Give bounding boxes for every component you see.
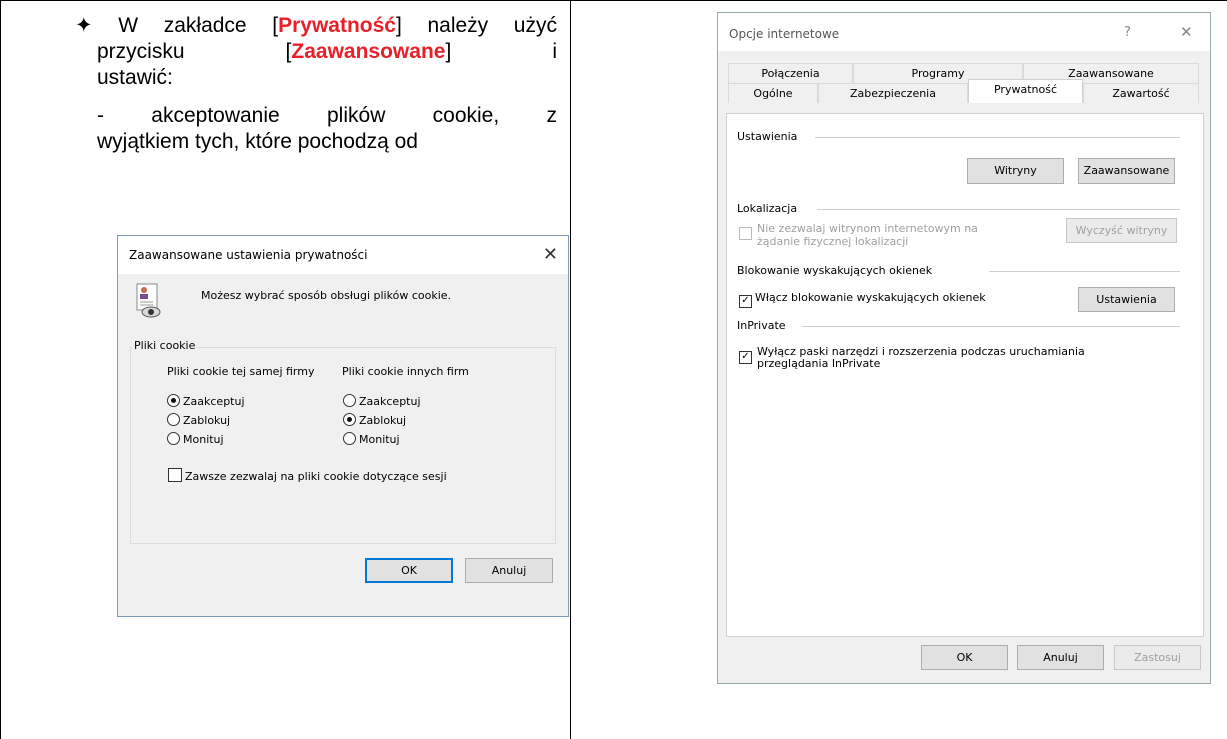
cookie-group-label: Pliki cookie xyxy=(132,339,198,352)
divider xyxy=(989,271,1180,272)
instruction-text-part: W zakładce [ xyxy=(118,14,279,37)
radio-label: Zaakceptuj xyxy=(183,395,245,408)
divider xyxy=(817,209,1180,210)
checkbox-checked-icon: ✓ xyxy=(739,295,752,308)
cookie-document-icon xyxy=(135,283,165,319)
close-icon[interactable]: ✕ xyxy=(543,244,558,265)
instruction-line-5: wyjątkiem tych, które pochodzą od xyxy=(97,130,418,153)
radio-icon xyxy=(343,432,356,445)
checkbox-icon xyxy=(168,468,182,482)
popup-section-header: Blokowanie wyskakujących okienek xyxy=(737,264,933,277)
third-party-prompt-radio[interactable]: Monituj xyxy=(343,430,421,449)
tab-security[interactable]: Zabezpieczenia xyxy=(818,83,968,103)
table-border-left xyxy=(0,0,1,739)
third-party-radio-group: Zaakceptuj Zablokuj Monituj xyxy=(343,392,421,449)
instruction-text-part: ] należy użyć xyxy=(395,14,557,37)
first-party-prompt-radio[interactable]: Monituj xyxy=(167,430,245,449)
checkbox-checked-icon: ✓ xyxy=(739,351,752,364)
dialog-description: Możesz wybrać sposób obsługi plików cook… xyxy=(201,289,452,302)
radio-label: Monituj xyxy=(359,433,400,446)
apply-button[interactable]: Zastosuj xyxy=(1114,645,1201,670)
dialog-title: Zaawansowane ustawienia prywatności xyxy=(129,248,368,262)
first-party-radio-group: Zaakceptuj Zablokuj Monituj xyxy=(167,392,245,449)
table-border-middle xyxy=(570,0,571,739)
tab-content[interactable]: Zawartość xyxy=(1083,83,1199,103)
third-party-header: Pliki cookie innych firm xyxy=(342,365,469,378)
radio-label: Zaakceptuj xyxy=(359,395,421,408)
instruction-line-3: ustawić: xyxy=(97,66,173,89)
cancel-button[interactable]: Anuluj xyxy=(465,558,553,583)
session-cookies-checkbox[interactable]: Zawsze zezwalaj na pliki cookie dotycząc… xyxy=(168,468,447,483)
help-icon[interactable]: ? xyxy=(1124,25,1131,40)
bullet-icon: ✦ xyxy=(75,14,93,37)
radio-selected-icon xyxy=(167,394,180,407)
tab-privacy[interactable]: Prywatność xyxy=(968,79,1083,103)
instruction-line-1: ✦ W zakładce [Prywatność] należy użyć xyxy=(75,13,557,39)
ok-button[interactable]: OK xyxy=(365,558,453,583)
radio-label: Zablokuj xyxy=(183,414,231,427)
cancel-button[interactable]: Anuluj xyxy=(1017,645,1104,670)
first-party-block-radio[interactable]: Zablokuj xyxy=(167,411,245,430)
divider xyxy=(815,137,1180,138)
instruction-text-part: przycisku xyxy=(97,40,185,63)
instruction-text-part: ] xyxy=(445,40,452,63)
checkbox-label: Nie zezwalaj witrynom internetowym na xyxy=(757,222,978,235)
first-party-accept-radio[interactable]: Zaakceptuj xyxy=(167,392,245,411)
instruction-text-part: i xyxy=(552,40,557,63)
checkbox-label: żądanie fizycznej lokalizacji xyxy=(757,235,909,248)
radio-selected-icon xyxy=(343,413,356,426)
tab-connections[interactable]: Połączenia xyxy=(728,63,853,83)
privacy-panel: Ustawienia Witryny Zaawansowane Lokaliza… xyxy=(726,113,1204,637)
checkbox-icon xyxy=(739,227,752,240)
checkbox-label: Włącz blokowanie wyskakujących okienek xyxy=(755,291,986,304)
internet-options-dialog: Opcje internetowe ? ✕ Połączenia Program… xyxy=(717,12,1211,684)
radio-label: Monituj xyxy=(183,433,224,446)
advanced-button[interactable]: Zaawansowane xyxy=(1078,158,1175,184)
advanced-privacy-dialog: Zaawansowane ustawienia prywatności ✕ Mo… xyxy=(117,235,569,617)
clear-sites-button[interactable]: Wyczyść witryny xyxy=(1066,218,1177,243)
inprivate-checkbox[interactable]: ✓ Wyłącz paski narzędzi i rozszerzenia p… xyxy=(739,346,1085,370)
instruction-line-4: - akceptowanie plików cookie, z xyxy=(97,104,557,127)
radio-icon xyxy=(343,394,356,407)
table-border-top xyxy=(0,0,1227,1)
checkbox-label: przeglądania InPrivate xyxy=(757,357,881,370)
inprivate-section-header: InPrivate xyxy=(737,319,786,332)
instruction-text: ✦ W zakładce [Prywatność] należy użyć pr… xyxy=(75,13,557,155)
location-checkbox[interactable]: Nie zezwalaj witrynom internetowym na żą… xyxy=(739,222,978,248)
tab-general[interactable]: Ogólne xyxy=(728,83,818,103)
checkbox-label: Zawsze zezwalaj na pliki cookie dotycząc… xyxy=(185,470,447,483)
sites-button[interactable]: Witryny xyxy=(967,158,1064,184)
settings-section-header: Ustawienia xyxy=(737,130,798,143)
close-icon[interactable]: ✕ xyxy=(1180,23,1193,41)
location-section-header: Lokalizacja xyxy=(737,202,798,215)
dialog-title: Opcje internetowe xyxy=(729,27,840,41)
instruction-line-2: przycisku [Zaawansowane] i xyxy=(97,39,557,65)
divider xyxy=(802,326,1180,327)
third-party-accept-radio[interactable]: Zaakceptuj xyxy=(343,392,421,411)
title-bar: Opcje internetowe ? ✕ xyxy=(718,13,1210,51)
radio-icon xyxy=(167,432,180,445)
title-bar: Zaawansowane ustawienia prywatności ✕ xyxy=(118,236,568,274)
highlight-privacy: Prywatność xyxy=(278,14,396,37)
third-party-block-radio[interactable]: Zablokuj xyxy=(343,411,421,430)
radio-label: Zablokuj xyxy=(359,414,407,427)
popup-settings-button[interactable]: Ustawienia xyxy=(1078,287,1175,312)
first-party-header: Pliki cookie tej samej firmy xyxy=(167,365,315,378)
radio-icon xyxy=(167,413,180,426)
highlight-advanced: Zaawansowane xyxy=(291,40,446,63)
ok-button[interactable]: OK xyxy=(921,645,1008,670)
popup-blocker-checkbox[interactable]: ✓ Włącz blokowanie wyskakujących okienek xyxy=(739,291,986,308)
